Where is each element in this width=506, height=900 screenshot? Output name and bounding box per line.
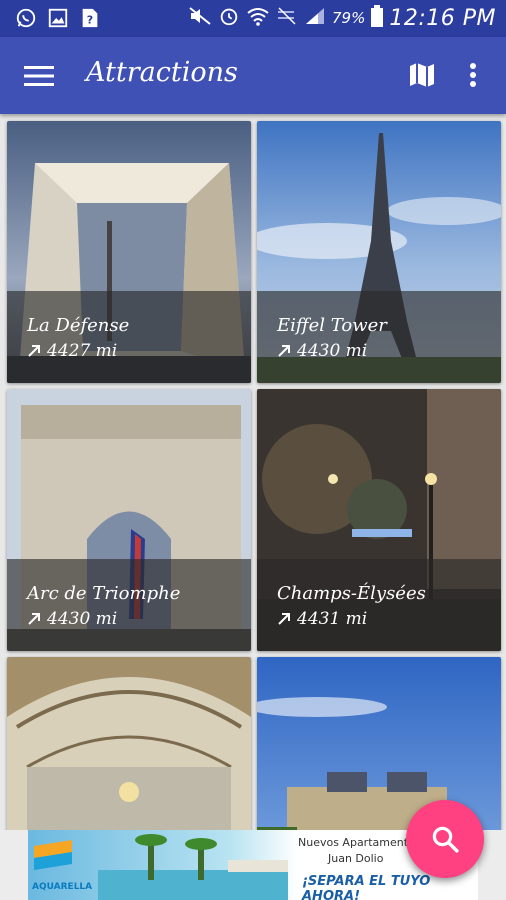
ad-brand: AQUARELLA [32, 882, 93, 892]
svg-text:?: ? [87, 14, 93, 27]
attraction-card-eiffel-tower[interactable]: Eiffel Tower 4430 mi [257, 121, 501, 383]
menu-icon [24, 66, 54, 86]
status-bar: ? 79% 12:16 PM [0, 0, 506, 37]
wifi-icon [246, 5, 270, 31]
attraction-name: La Défense [27, 315, 130, 336]
attraction-name: Arc de Triomphe [27, 583, 181, 604]
menu-button[interactable] [22, 59, 56, 93]
search-icon [432, 826, 459, 853]
data-off-icon [276, 6, 298, 30]
page-title: Attractions [86, 57, 238, 88]
attractions-grid: La Défense 4427 mi Eiffel Tower 4430 mi [0, 114, 506, 830]
alarm-icon [218, 5, 240, 31]
attraction-card-6[interactable] [257, 657, 501, 830]
attraction-distance: 4430 mi [27, 609, 117, 629]
ad-cta: ¡SEPARA EL TUYO AHORA! [302, 874, 431, 900]
attraction-card-5[interactable] [7, 657, 251, 830]
attraction-image [7, 657, 251, 830]
attraction-card-la-defense[interactable]: La Défense 4427 mi [7, 121, 251, 383]
gallery-icon [46, 6, 70, 30]
ad-text-line1: Nuevos Apartamentos [298, 836, 421, 849]
more-vert-icon [470, 63, 476, 87]
map-icon [410, 63, 434, 87]
app-bar: Attractions [0, 37, 506, 114]
attraction-distance: 4427 mi [27, 341, 117, 361]
north-east-arrow-icon [278, 613, 290, 625]
whatsapp-icon [14, 6, 38, 30]
mute-icon [188, 6, 212, 30]
card-caption: Arc de Triomphe 4430 mi [7, 559, 251, 651]
search-fab[interactable] [406, 800, 484, 878]
battery-percent: 79% [332, 9, 366, 27]
ad-text-line2: Juan Dolio [328, 852, 384, 865]
card-caption: La Défense 4427 mi [7, 291, 251, 383]
north-east-arrow-icon [28, 613, 40, 625]
attraction-name: Champs-Élysées [277, 583, 426, 604]
attraction-image [257, 657, 501, 830]
attraction-card-arc-de-triomphe[interactable]: Arc de Triomphe 4430 mi [7, 389, 251, 651]
clock: 12:16 PM [389, 5, 496, 31]
more-options-button[interactable] [458, 59, 488, 91]
north-east-arrow-icon [28, 345, 40, 357]
attraction-card-champs-elysees[interactable]: Champs-Élysées 4431 mi [257, 389, 501, 651]
attraction-name: Eiffel Tower [277, 315, 387, 336]
card-caption: Eiffel Tower 4430 mi [257, 291, 501, 383]
attraction-distance: 4431 mi [277, 609, 367, 629]
attraction-distance: 4430 mi [277, 341, 367, 361]
north-east-arrow-icon [278, 345, 290, 357]
card-caption: Champs-Élysées 4431 mi [257, 559, 501, 651]
signal-icon [304, 6, 326, 30]
battery-icon [371, 5, 384, 31]
unknown-notification-icon: ? [78, 6, 102, 30]
map-button[interactable] [406, 59, 438, 91]
